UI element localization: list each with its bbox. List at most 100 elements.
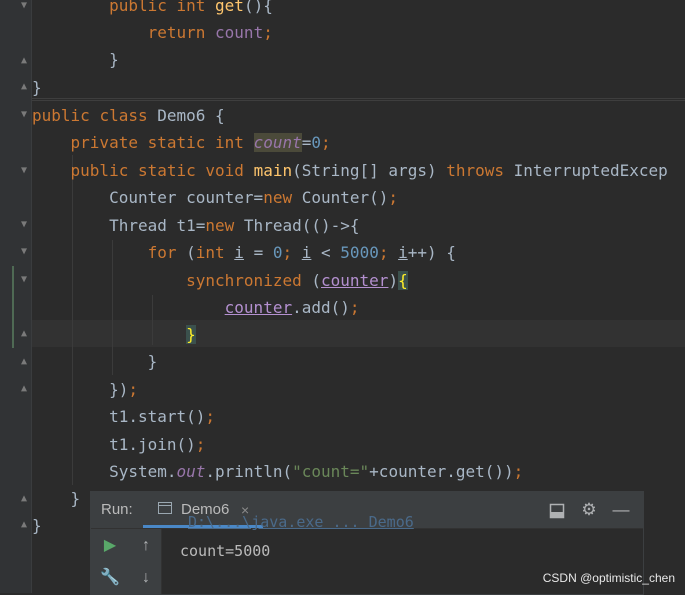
code-line-return[interactable]: return count; — [32, 19, 273, 46]
code-line-closing-brace[interactable]: } — [32, 348, 158, 375]
loop-variable: i — [301, 243, 312, 262]
code-text: .add() — [292, 298, 350, 317]
fold-icon[interactable]: ▲ — [18, 328, 30, 340]
code-line-counter-add[interactable]: counter.add(); — [32, 294, 360, 321]
run-toolbar: ▶ ↑ 🔧 ↓ — [91, 529, 162, 594]
code-line-closing-brace[interactable]: } — [32, 74, 42, 101]
code-text: } — [32, 516, 42, 535]
code-line-lambda-end[interactable]: }); — [32, 376, 138, 403]
code-text: (String[] args) — [292, 161, 447, 180]
fold-icon[interactable]: ▼ — [18, 274, 30, 286]
code-line-get-signature[interactable]: public int get(){ — [32, 0, 273, 19]
semicolon: ; — [205, 407, 216, 426]
fold-icon[interactable]: ▼ — [18, 109, 30, 121]
number-literal: 0 — [311, 133, 322, 152]
minimize-icon[interactable]: — — [609, 492, 633, 528]
number-literal: 5000 — [340, 243, 379, 262]
code-line-println[interactable]: System.out.println("count="+counter.get(… — [32, 458, 523, 485]
fold-icon[interactable]: ▲ — [18, 356, 30, 368]
code-text: } — [70, 489, 81, 508]
code-line-main-signature[interactable]: public static void main(String[] args) t… — [32, 157, 668, 184]
code-text: Thread(()->{ — [243, 216, 360, 235]
keyword: new — [263, 188, 302, 207]
keyword: int — [176, 0, 216, 15]
class-name: Demo6 { — [157, 106, 225, 125]
keyword: return — [147, 23, 216, 42]
keyword: throws — [446, 161, 514, 180]
keyword: private static int — [70, 133, 254, 152]
arrow-down-icon[interactable]: ↓ — [134, 566, 158, 590]
code-text: ( — [186, 243, 196, 262]
code-line-closing-brace[interactable]: } — [32, 512, 42, 539]
code-line-thread-join[interactable]: t1.join(); — [32, 431, 205, 458]
fold-icon[interactable]: ▲ — [18, 81, 30, 93]
keyword: synchronized — [186, 271, 312, 290]
semicolon: ; — [378, 243, 399, 262]
code-text: t1.start() — [109, 407, 206, 426]
fold-icon[interactable]: ▼ — [18, 0, 30, 12]
fold-icon[interactable]: ▼ — [18, 246, 30, 258]
code-text: System. — [109, 462, 177, 481]
code-line-class-declaration[interactable]: public class Demo6 { — [32, 102, 225, 129]
code-line-field-declaration[interactable]: private static int count=0; — [32, 129, 331, 156]
code-text: t1.join() — [109, 435, 196, 454]
run-label: Run: — [101, 501, 133, 518]
code-line-thread-init[interactable]: Thread t1=new Thread(()->{ — [32, 212, 360, 239]
code-line-for-loop[interactable]: for (int i = 0; i < 5000; i++) { — [32, 239, 456, 266]
semicolon: ; — [263, 23, 273, 42]
keyword: public — [32, 106, 100, 125]
code-line-thread-start[interactable]: t1.start(); — [32, 403, 215, 430]
layout-icon[interactable] — [545, 492, 569, 528]
matched-brace: { — [398, 271, 408, 290]
method-separator — [32, 98, 685, 99]
code-line-closing-brace[interactable]: } — [32, 321, 196, 348]
code-line-counter-init[interactable]: Counter counter=new Counter(); — [32, 184, 398, 211]
captured-variable: counter — [321, 271, 389, 290]
semicolon: ; — [321, 133, 331, 152]
code-text: +counter.get()) — [369, 462, 514, 481]
static-field: out — [176, 462, 206, 481]
fold-icon[interactable]: ▼ — [18, 165, 30, 177]
code-line-closing-brace[interactable]: } — [32, 46, 119, 73]
fold-icon[interactable]: ▲ — [18, 493, 30, 505]
wrench-icon[interactable]: 🔧 — [98, 566, 122, 590]
semicolon: ; — [349, 298, 360, 317]
semicolon: ; — [195, 435, 206, 454]
code-text: .println( — [205, 462, 293, 481]
console-output-text: count=5000 — [180, 542, 271, 560]
console-icon — [158, 502, 172, 514]
semicolon: ; — [282, 243, 302, 262]
loop-variable: i — [398, 243, 408, 262]
keyword: public — [109, 0, 177, 15]
code-text: = — [243, 243, 273, 262]
console-command-line[interactable]: D:\...\java.exe ... Demo6 — [188, 513, 414, 531]
fold-icon[interactable]: ▲ — [18, 383, 30, 395]
code-text: } — [109, 50, 119, 69]
string-literal: "count=" — [292, 462, 370, 481]
code-text: ++) { — [407, 243, 456, 262]
code-text: (){ — [243, 0, 273, 15]
method-separator — [32, 100, 685, 101]
code-text: ) — [388, 271, 399, 290]
code-line-synchronized[interactable]: synchronized (counter){ — [32, 267, 408, 294]
code-text: } — [32, 78, 42, 97]
static-field: count — [253, 133, 302, 152]
gear-icon[interactable]: ⚙ — [577, 492, 601, 528]
fold-icon[interactable]: ▲ — [18, 55, 30, 67]
vcs-change-marker — [12, 266, 14, 348]
code-text: ( — [311, 271, 321, 290]
code-line-closing-brace[interactable]: } — [32, 485, 81, 512]
exception-type: InterruptedExcep — [513, 161, 668, 180]
keyword: public static void — [70, 161, 254, 180]
keyword: class — [99, 106, 158, 125]
code-text: }) — [109, 380, 129, 399]
fold-icon[interactable]: ▼ — [18, 219, 30, 231]
arrow-up-icon[interactable]: ↑ — [134, 534, 158, 558]
code-text: } — [147, 352, 158, 371]
fold-icon[interactable]: ▲ — [18, 519, 30, 531]
run-icon[interactable]: ▶ — [98, 534, 122, 558]
method-name: main — [253, 161, 293, 180]
code-text: Counter counter= — [109, 188, 264, 207]
field-reference: count — [215, 23, 264, 42]
keyword: for — [147, 243, 187, 262]
